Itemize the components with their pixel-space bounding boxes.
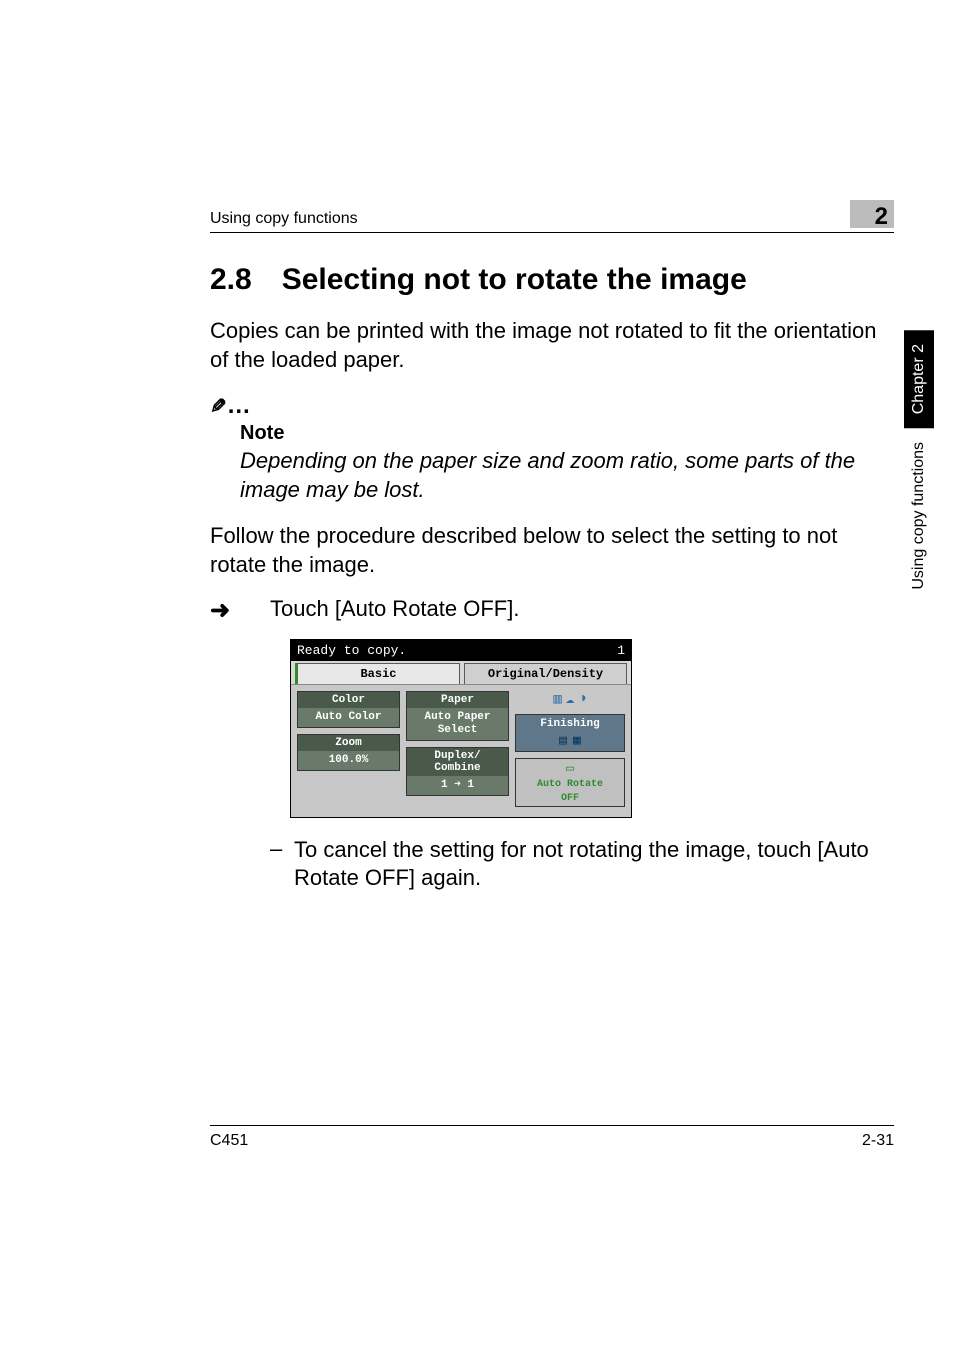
ellipsis-icon: … xyxy=(227,392,251,419)
lcd-col-mid: Paper Auto Paper Select Duplex/ Combine … xyxy=(406,691,509,807)
duplex-value: 1 ➜ 1 xyxy=(441,779,474,791)
chapter-badge: 2 xyxy=(850,200,894,228)
follow-text: Follow the procedure described below to … xyxy=(210,522,894,579)
duplex-header: Duplex/ Combine xyxy=(407,748,508,776)
color-header: Color xyxy=(298,692,399,708)
rotate-label: Auto Rotate xyxy=(537,779,603,790)
step-text: Touch [Auto Rotate OFF]. xyxy=(270,596,894,625)
page-header: Using copy functions 2 xyxy=(210,200,894,233)
zoom-header: Zoom xyxy=(298,735,399,751)
lcd-copy-count: 1 xyxy=(617,643,625,658)
color-button[interactable]: Color Auto Color xyxy=(297,691,400,728)
dash-icon: – xyxy=(270,836,294,893)
tab-basic[interactable]: Basic xyxy=(295,663,460,684)
tab-original-density[interactable]: Original/Density xyxy=(464,663,627,684)
lcd-panel: Ready to copy. 1 Basic Original/Density … xyxy=(290,639,632,818)
section-heading: Selecting not to rotate the image xyxy=(282,263,747,296)
step-row: ➜ Touch [Auto Rotate OFF]. xyxy=(210,596,894,625)
running-head: Using copy functions xyxy=(210,210,850,228)
finishing-icons: ▤ ▦ xyxy=(518,731,622,749)
lcd-status-bar: Ready to copy. 1 xyxy=(291,640,631,661)
finishing-button[interactable]: Finishing ▤ ▦ xyxy=(515,714,625,752)
paper-value: Auto Paper Select xyxy=(424,711,490,736)
side-tab: Chapter 2 Using copy functions xyxy=(904,330,934,590)
note-icon-row: ✎… xyxy=(210,392,894,420)
note-label: Note xyxy=(240,422,894,445)
side-chapter-label: Chapter 2 xyxy=(904,330,934,428)
arrow-icon: ➜ xyxy=(210,596,270,625)
rotate-off-label: OFF xyxy=(561,793,579,804)
section-title: 2.8 Selecting not to rotate the image xyxy=(210,263,894,297)
lcd-body: Color Auto Color Zoom 100.0% Paper Auto … xyxy=(291,684,631,817)
lcd-col-right: ▥ ☁ ◑ Finishing ▤ ▦ ▭ Auto Rotate OFF xyxy=(515,691,625,807)
sort-icon: ▤ xyxy=(559,733,567,748)
intro-text: Copies can be printed with the image not… xyxy=(210,317,894,374)
sub-step-row: – To cancel the setting for not rotating… xyxy=(270,836,894,893)
duplex-button[interactable]: Duplex/ Combine 1 ➜ 1 xyxy=(406,747,509,796)
lcd-tabs: Basic Original/Density xyxy=(291,661,631,684)
staple-icon: ▥ xyxy=(553,691,561,708)
side-section-label: Using copy functions xyxy=(910,442,928,590)
lcd-col-left: Color Auto Color Zoom 100.0% xyxy=(297,691,400,807)
note-block: ✎… Note Depending on the paper size and … xyxy=(210,392,894,504)
paper-header: Paper xyxy=(407,692,508,708)
page-footer: C451 2-31 xyxy=(210,1125,894,1150)
output-icons: ▥ ☁ ◑ xyxy=(515,691,625,708)
section-number: 2.8 xyxy=(210,263,252,296)
color-value: Auto Color xyxy=(315,711,381,723)
lcd-status-text: Ready to copy. xyxy=(297,643,406,658)
note-text: Depending on the paper size and zoom rat… xyxy=(240,447,894,504)
paper-button[interactable]: Paper Auto Paper Select xyxy=(406,691,509,741)
footer-page-number: 2-31 xyxy=(862,1132,894,1150)
copier-screen: Ready to copy. 1 Basic Original/Density … xyxy=(290,639,894,818)
finishing-header: Finishing xyxy=(518,717,622,731)
pencil-icon: ✎ xyxy=(210,394,227,419)
zoom-value: 100.0% xyxy=(329,754,369,766)
group-icon: ▦ xyxy=(573,733,581,748)
punch-icon: ◑ xyxy=(578,691,586,708)
rotate-doc-icon: ▭ xyxy=(518,761,622,776)
sub-step-text: To cancel the setting for not rotating t… xyxy=(294,836,894,893)
page: Using copy functions 2 2.8 Selecting not … xyxy=(0,0,954,1350)
zoom-button[interactable]: Zoom 100.0% xyxy=(297,734,400,771)
auto-rotate-off-button[interactable]: ▭ Auto Rotate OFF xyxy=(515,758,625,807)
footer-model: C451 xyxy=(210,1132,248,1150)
fold-icon: ☁ xyxy=(566,691,574,708)
